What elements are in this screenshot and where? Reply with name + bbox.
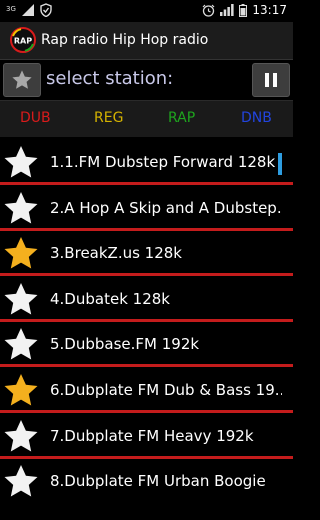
star-filled-icon[interactable] <box>2 372 40 410</box>
select-station-label: select station: <box>46 68 174 89</box>
app-logo: RAP <box>10 27 36 53</box>
row-divider <box>0 318 293 322</box>
tab-rap[interactable]: RAP <box>168 110 195 126</box>
pause-button[interactable] <box>252 63 290 97</box>
signal-icon <box>21 4 34 16</box>
star-icon[interactable] <box>2 144 40 182</box>
row-divider <box>0 364 293 368</box>
station-label: 1.1.FM Dubstep Forward 128k <box>50 153 276 171</box>
battery-icon <box>239 3 248 17</box>
status-right: 13:17 <box>202 3 287 17</box>
station-row[interactable]: 1.1.FM Dubstep Forward 128k <box>0 141 293 185</box>
active-indicator <box>278 153 282 175</box>
app-title-bar: RAP Rap radio Hip Hop radio <box>0 22 293 60</box>
station-label: 5.Dubbase.FM 192k <box>50 335 200 354</box>
station-label: 2.A Hop A Skip and A Dubstep... <box>50 198 282 217</box>
star-icon[interactable] <box>2 463 40 501</box>
app-title: Rap radio Hip Hop radio <box>41 32 209 48</box>
station-row[interactable]: 5.Dubbase.FM 192k <box>0 323 293 367</box>
row-divider <box>0 410 293 413</box>
tab-dub[interactable]: DUB <box>20 110 51 126</box>
row-divider <box>0 227 293 231</box>
station-list[interactable]: 1.1.FM Dubstep Forward 128k 2.A Hop A Ski… <box>0 137 293 520</box>
station-row[interactable]: 3.BreakZ.us 128k <box>0 232 293 276</box>
star-icon[interactable] <box>2 281 40 319</box>
row-divider <box>0 182 293 185</box>
station-row[interactable]: 7.Dubplate FM Heavy 192k <box>0 415 293 459</box>
pause-icon <box>265 73 277 87</box>
tab-dnb[interactable]: DNB <box>241 110 272 126</box>
station-label: 4.Dubatek 128k <box>50 289 170 308</box>
status-bar: 3G 13:17 <box>0 0 293 22</box>
station-row[interactable]: 4.Dubatek 128k <box>0 278 293 322</box>
shield-check-icon <box>40 3 52 17</box>
toolbar: select station: <box>0 60 293 100</box>
row-divider <box>0 455 293 459</box>
station-row[interactable]: 6.Dubplate FM Dub & Bass 19... <box>0 369 293 413</box>
station-row[interactable]: 2.A Hop A Skip and A Dubstep... <box>0 187 293 231</box>
row-divider <box>0 273 293 277</box>
station-label: 6.Dubplate FM Dub & Bass 19... <box>50 381 282 399</box>
station-label: 7.Dubplate FM Heavy 192k <box>50 426 254 445</box>
star-filled-icon[interactable] <box>2 235 40 273</box>
alarm-icon <box>202 4 215 17</box>
clock: 13:17 <box>252 3 287 17</box>
star-icon <box>12 70 32 89</box>
station-row[interactable]: 8.Dubplate FM Urban Boogie <box>0 460 293 504</box>
network-type: 3G <box>6 5 16 13</box>
favorites-button[interactable] <box>3 63 41 97</box>
genre-tabs: DUB REG RAP DNB <box>0 100 293 137</box>
phone-signal-icon <box>220 4 235 16</box>
station-label: 3.BreakZ.us 128k <box>50 244 182 263</box>
star-icon[interactable] <box>2 326 40 364</box>
station-label: 8.Dubplate FM Urban Boogie <box>50 472 266 491</box>
status-left: 3G <box>6 3 52 17</box>
svg-text:RAP: RAP <box>14 37 32 46</box>
tab-reg[interactable]: REG <box>94 110 123 126</box>
star-icon[interactable] <box>2 190 40 228</box>
star-icon[interactable] <box>2 418 40 456</box>
